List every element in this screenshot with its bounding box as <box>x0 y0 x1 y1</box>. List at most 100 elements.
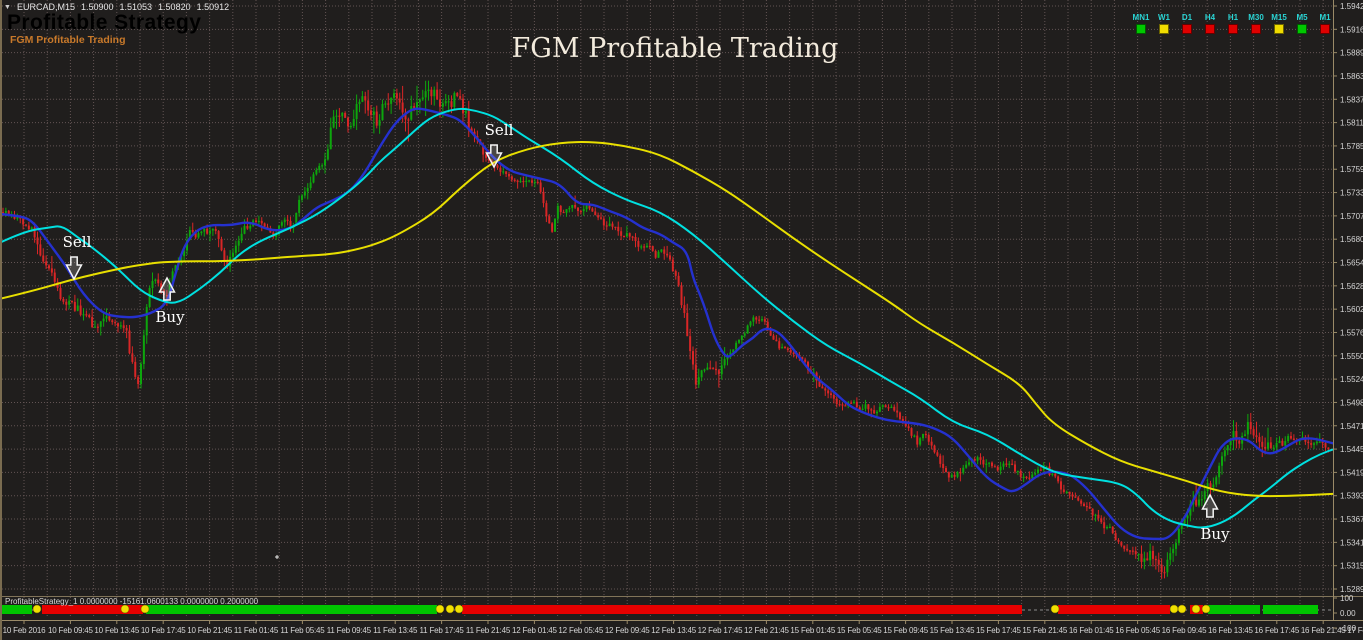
time-axis-label: 10 Feb 21:45 <box>187 626 232 635</box>
tf-button-label: H1 <box>1228 13 1238 22</box>
time-axis-label: 10 Feb 2016 <box>3 626 46 635</box>
tf-button-H1[interactable]: H1 <box>1223 13 1243 34</box>
mt4-chart-window: SellBuySellBuy1.594201.591601.588951.586… <box>0 0 1363 640</box>
price-axis-label: 1.54195 <box>1340 468 1363 477</box>
chart-background <box>0 0 1363 640</box>
price-axis-label: 1.53935 <box>1340 492 1363 501</box>
tf-state-square <box>1251 24 1261 34</box>
tf-button-M15[interactable]: M15 <box>1269 13 1289 34</box>
time-axis-label: 11 Feb 13:45 <box>373 626 418 635</box>
time-axis-label: 15 Feb 21:45 <box>1022 626 1067 635</box>
price-axis-label: 1.57590 <box>1340 165 1363 174</box>
time-axis-label: 15 Feb 01:45 <box>790 626 835 635</box>
time-axis-label: 12 Feb 05:45 <box>558 626 603 635</box>
time-axis-label: 11 Feb 21:45 <box>466 626 511 635</box>
indicator-signal-dot <box>1051 605 1059 613</box>
tf-state-square <box>1205 24 1215 34</box>
price-axis-label: 1.54980 <box>1340 398 1363 407</box>
tf-button-M30[interactable]: M30 <box>1246 13 1266 34</box>
tf-button-MN1[interactable]: MN1 <box>1131 13 1151 34</box>
price-axis-label: 1.55500 <box>1340 352 1363 361</box>
price-axis-label: 1.57330 <box>1340 189 1363 198</box>
indicator-signal-dot <box>121 605 129 613</box>
price-axis-label: 1.56025 <box>1340 305 1363 314</box>
time-axis-label: 11 Feb 05:45 <box>280 626 325 635</box>
indicator-segment-green <box>146 605 437 614</box>
tf-button-M1[interactable]: M1 <box>1315 13 1335 34</box>
tf-button-H4[interactable]: H4 <box>1200 13 1220 34</box>
tf-button-M5[interactable]: M5 <box>1292 13 1312 34</box>
price-close: 1.50912 <box>197 2 230 12</box>
indicator-segment-red <box>1058 605 1170 614</box>
time-axis-label: 10 Feb 13:45 <box>94 626 139 635</box>
time-axis-label: 10 Feb 09:45 <box>48 626 93 635</box>
time-axis-label: 10 Feb 17:45 <box>141 626 186 635</box>
time-axis-label: 12 Feb 01:45 <box>512 626 557 635</box>
price-axis-label: 1.52890 <box>1340 585 1363 594</box>
tf-button-label: M15 <box>1271 13 1287 22</box>
time-axis-label: 16 Feb 01:45 <box>1069 626 1114 635</box>
indicator-scale-label: 0.00 <box>1340 609 1356 618</box>
time-axis-label: 16 Feb 05:45 <box>1115 626 1160 635</box>
signal-label: Buy <box>1200 525 1230 543</box>
time-axis-label: 16 Feb 17:45 <box>1254 626 1299 635</box>
time-axis-label: 12 Feb 13:45 <box>651 626 696 635</box>
indicator-scale-label: -100 <box>1340 624 1357 633</box>
price-axis-label: 1.57070 <box>1340 212 1363 221</box>
tf-button-label: M1 <box>1319 13 1330 22</box>
price-axis-label: 1.56805 <box>1340 235 1363 244</box>
price-axis-label: 1.55240 <box>1340 375 1363 384</box>
price-axis-label: 1.59160 <box>1340 25 1363 34</box>
time-axis-label: 15 Feb 05:45 <box>837 626 882 635</box>
signal-label: Sell <box>63 233 92 251</box>
tf-state-square <box>1320 24 1330 34</box>
chart-title: FGM Profitable Trading <box>512 33 839 64</box>
tf-state-square <box>1228 24 1238 34</box>
indicator-signal-dot <box>1192 605 1200 613</box>
timeframe-switcher: MN1 W1 D1 H4 H1 M30 M15 M5 M1 <box>1131 13 1335 34</box>
price-axis-label: 1.57850 <box>1340 142 1363 151</box>
tf-button-label: M5 <box>1296 13 1307 22</box>
price-axis-label: 1.59420 <box>1340 2 1363 11</box>
tf-state-square <box>1297 24 1307 34</box>
indicator-segment-red <box>462 605 1022 614</box>
price-axis-label: 1.58635 <box>1340 72 1363 81</box>
tf-state-square <box>1182 24 1192 34</box>
indicator-scale-label: 100 <box>1340 594 1354 603</box>
tf-state-square <box>1274 24 1284 34</box>
price-axis-label: 1.56545 <box>1340 259 1363 268</box>
indicator-segment-green <box>1263 605 1318 614</box>
signal-label: Buy <box>155 308 185 326</box>
tf-button-W1[interactable]: W1 <box>1154 13 1174 34</box>
time-axis-label: 15 Feb 17:45 <box>976 626 1021 635</box>
indicator-histogram <box>2 605 1318 614</box>
indicator-signal-dot <box>446 605 454 613</box>
price-axis-label: 1.53670 <box>1340 515 1363 524</box>
price-axis-label: 1.53410 <box>1340 538 1363 547</box>
tf-button-label: M30 <box>1248 13 1264 22</box>
strategy-watermark: Profitable Strategy <box>7 11 201 35</box>
time-axis-label: 16 Feb 13:45 <box>1208 626 1253 635</box>
tf-button-label: MN1 <box>1133 13 1150 22</box>
brand-watermark: FGM Profitable Trading <box>10 34 126 46</box>
time-axis-label: 11 Feb 01:45 <box>234 626 279 635</box>
indicator-signal-dot <box>1202 605 1210 613</box>
indicator-signal-dot <box>141 605 149 613</box>
price-axis-label: 1.54455 <box>1340 445 1363 454</box>
time-axis-label: 11 Feb 09:45 <box>327 626 372 635</box>
tf-button-label: D1 <box>1182 13 1192 22</box>
indicator-values-label: ProfitableStrategy_1 0.0000000 -15161.06… <box>5 597 258 606</box>
time-axis-label: 12 Feb 17:45 <box>698 626 743 635</box>
indicator-signal-dot <box>455 605 463 613</box>
price-axis-label: 1.54715 <box>1340 422 1363 431</box>
price-axis-label: 1.58375 <box>1340 95 1363 104</box>
indicator-signal-dot <box>1178 605 1186 613</box>
tf-button-label: H4 <box>1205 13 1215 22</box>
indicator-signal-dot <box>436 605 444 613</box>
tf-state-square <box>1159 24 1169 34</box>
time-axis-label: 15 Feb 09:45 <box>883 626 928 635</box>
chart-area[interactable]: SellBuySellBuy1.594201.591601.588951.586… <box>0 0 1363 640</box>
tf-state-square <box>1136 24 1146 34</box>
symbol-dropdown-icon[interactable]: ▼ <box>4 4 11 11</box>
tf-button-D1[interactable]: D1 <box>1177 13 1197 34</box>
